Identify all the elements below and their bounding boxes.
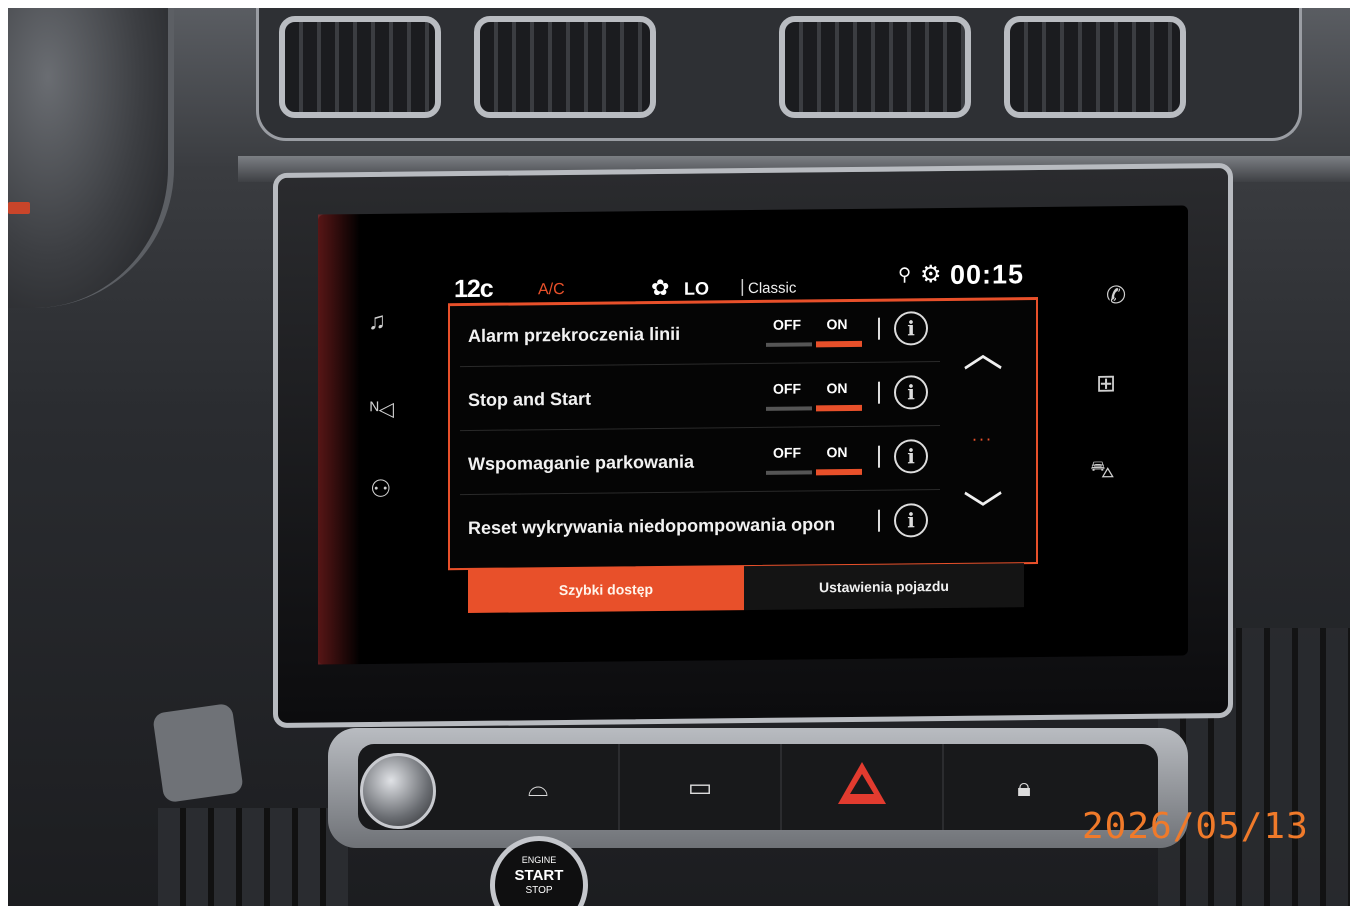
info-icon[interactable]: i (894, 311, 928, 346)
settings-row-tyre-reset[interactable]: Reset wykrywania niedopompowania opon i (460, 493, 940, 558)
toggle-on-indicator (816, 468, 862, 476)
settings-row-label: Wspomaganie parkowania (468, 451, 695, 474)
status-area: ⚲ ⚙ 00:15 (898, 259, 1048, 291)
settings-panel: Alarm przekroczenia linii OFF ON i Stop … (448, 297, 1038, 571)
toggle-off-indicator (766, 406, 812, 411)
start-button-label: STOP (525, 885, 553, 896)
volume-knob[interactable] (360, 753, 436, 829)
info-icon[interactable]: i (894, 439, 928, 474)
start-button-label: START (514, 867, 564, 884)
clock: 00:15 (950, 259, 1025, 290)
tab-vehicle-settings[interactable]: Ustawienia pojazdu (744, 563, 1024, 611)
air-vents (256, 8, 1302, 141)
floor-mat (158, 808, 348, 906)
settings-row-label: Stop and Start (468, 388, 592, 410)
divider (878, 445, 880, 468)
settings-row-stop-start: Stop and Start OFF ON i (460, 365, 940, 432)
front-defrost-icon: ⌓ (527, 772, 549, 802)
parking-assist-toggle[interactable]: OFF ON (766, 444, 862, 476)
toggle-on-option[interactable]: ON (816, 380, 858, 396)
fan-icon: ✿ (651, 274, 670, 301)
toggle-off-indicator (766, 470, 812, 475)
photo-frame: ♫ ᴺ◁ ⚇ ✆ ⊞ ⛍ 12c A/C ✿ LO | Classic ⚲ ⚙ … (8, 8, 1350, 906)
gear-icon[interactable]: ⚙ (920, 260, 942, 289)
air-vent (279, 16, 441, 118)
hazard-button[interactable] (782, 744, 944, 830)
toggle-off-indicator (766, 342, 812, 347)
button-strip: ⌓ ▭ 🔒︎ (358, 744, 1158, 830)
rear-defrost-button[interactable]: ▭ (620, 744, 782, 830)
toggle-off-option[interactable]: OFF (766, 444, 808, 460)
pedal (152, 702, 244, 804)
separator: | (740, 276, 745, 297)
toggle-on-option[interactable]: ON (816, 316, 858, 332)
music-note-icon[interactable]: ♫ (368, 308, 386, 335)
photo-date-stamp: 2026/05/13 (1082, 806, 1309, 847)
settings-row-label: Reset wykrywania niedopompowania opon (468, 514, 836, 538)
warning-light (8, 202, 30, 214)
settings-row-label: Alarm przekroczenia linii (468, 323, 681, 346)
infotainment-screen: ♫ ᴺ◁ ⚇ ✆ ⊞ ⛍ 12c A/C ✿ LO | Classic ⚲ ⚙ … (318, 205, 1188, 665)
toggle-on-option[interactable]: ON (816, 444, 858, 460)
car-icon[interactable]: ⛍ (1090, 456, 1115, 483)
air-vent (779, 16, 971, 118)
divider (878, 317, 880, 340)
tab-bar: Szybki dostęp Ustawienia pojazdu (468, 563, 1024, 613)
info-icon[interactable]: i (894, 503, 928, 538)
screen-glare (318, 214, 360, 665)
settings-row-lane-departure: Alarm przekroczenia linii OFF ON i (460, 301, 940, 368)
scroll-indicator: ... (972, 424, 994, 445)
toggle-off-option[interactable]: OFF (766, 316, 808, 332)
scroll-up-button[interactable]: ︿ (948, 320, 1018, 381)
divider (878, 381, 880, 404)
toggle-on-indicator (816, 340, 862, 348)
toggle-off-option[interactable]: OFF (766, 380, 808, 396)
location-pin-icon: ⚲ (898, 264, 912, 285)
stop-start-toggle[interactable]: OFF ON (766, 380, 862, 412)
air-vent (1004, 16, 1186, 118)
start-button-label: ENGINE (521, 855, 557, 865)
apps-grid-icon[interactable]: ⊞ (1096, 370, 1116, 397)
climate-mode[interactable]: Classic (748, 280, 796, 298)
hazard-icon (838, 762, 886, 804)
connectivity-icon[interactable]: ⚇ (370, 476, 392, 503)
front-defrost-button[interactable]: ⌓ (458, 744, 620, 830)
door-lock-icon: 🔒︎ (1017, 772, 1031, 802)
lane-departure-toggle[interactable]: OFF ON (766, 316, 862, 348)
scroll-down-button[interactable]: ﹀ (948, 478, 1018, 539)
tab-quick-access[interactable]: Szybki dostęp (468, 566, 744, 613)
divider (878, 509, 880, 532)
temperature[interactable]: 12c (454, 275, 493, 304)
phone-icon[interactable]: ✆ (1106, 282, 1126, 309)
navigation-icon[interactable]: ᴺ◁ (370, 399, 394, 421)
ac-status[interactable]: A/C (538, 281, 565, 299)
button-console: ⌓ ▭ 🔒︎ (328, 728, 1188, 848)
fan-level[interactable]: LO (684, 278, 709, 299)
info-icon[interactable]: i (894, 375, 928, 410)
instrument-cluster (8, 8, 174, 308)
settings-row-parking-assist: Wspomaganie parkowania OFF ON i (460, 429, 940, 496)
rear-defrost-icon: ▭ (687, 772, 713, 802)
door-lock-button[interactable]: 🔒︎ (944, 744, 1104, 830)
toggle-on-indicator (816, 404, 862, 412)
air-vent (474, 16, 656, 118)
